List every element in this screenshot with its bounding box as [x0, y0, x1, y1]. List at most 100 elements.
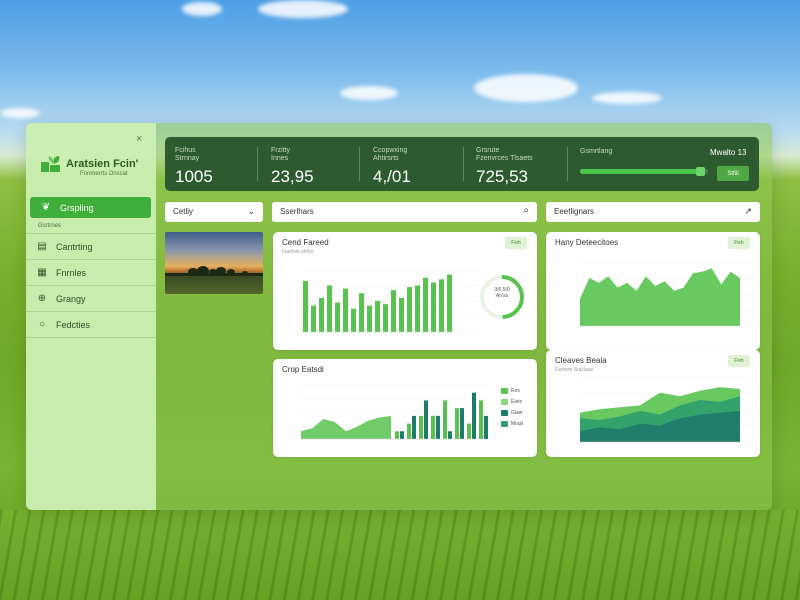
bar-chart [301, 269, 479, 333]
sidebar-item-cantrting[interactable]: ▤ Cantrting [26, 234, 156, 260]
card-weather-trends: Cleaves Beala Farhem Sraciaas Fish [546, 350, 760, 457]
logo: Aratsien Fcin' Fnnmerrts Dnscat [40, 145, 152, 185]
farm-icon: ▦ [37, 267, 47, 278]
chart-bar [391, 290, 396, 332]
divider [567, 147, 568, 181]
dashboard-window: × Aratsien Fcin' Fnnmerrts Dnscat ❦ Grsp… [26, 123, 772, 510]
area-chart [580, 261, 752, 327]
card-harvest-detections: Hany Deteecitoes Fish [546, 232, 760, 350]
progress-label: Gsmrtlang [580, 148, 613, 155]
chart-bar [319, 297, 324, 332]
chart-bar [407, 287, 412, 332]
area-series [301, 415, 391, 439]
sidebar-item-label: Grangy [56, 293, 86, 304]
sky-cloud [258, 0, 348, 18]
sky-cloud [340, 86, 398, 100]
card-title: Hany Deteecitoes [555, 238, 619, 247]
chevron-down-icon: ⌄ [247, 206, 255, 216]
sidebar-item-label: Grspling [60, 202, 94, 213]
select-value: Cetliy [173, 207, 194, 216]
card-badge[interactable]: Fish [728, 355, 750, 367]
divider [257, 147, 258, 181]
legend-item: Glaw [501, 410, 522, 416]
legend-label: Etrs [511, 388, 520, 394]
grid-icon: ▤ [37, 241, 47, 252]
chart-bar [343, 288, 348, 332]
stat-label: Frzitty Innes [271, 147, 291, 162]
stat-value: 4,/01 [373, 167, 411, 186]
chart-bar [447, 274, 452, 332]
expand-icon[interactable]: ↗ [744, 206, 752, 217]
chart-bar [467, 423, 471, 439]
close-icon[interactable]: × [136, 133, 142, 145]
chart-bar [460, 408, 464, 439]
chart-bar [419, 415, 423, 439]
card-crop-forecast: Cend Fareed Faelrsts shrhs Fish 3/6 5/0 … [273, 232, 537, 350]
card-title: Cleaves Beala [555, 356, 607, 365]
chart-bar [472, 392, 476, 439]
card-badge[interactable]: Fish [505, 237, 527, 249]
chart-bar [423, 277, 428, 332]
chart-bar [395, 431, 399, 439]
sidebar-nav: ❦ Grspling Gsrtrnes ▤ Cantrting ▦ Fnrnle… [26, 197, 156, 338]
chart-bar [431, 282, 436, 332]
legend-item: Eiets [501, 399, 522, 405]
progress-fill [580, 167, 705, 176]
stacked-area-chart [580, 377, 752, 443]
legend-label: Glaw [511, 410, 523, 416]
divider [463, 147, 464, 181]
sky-cloud [474, 74, 578, 102]
donut-label: 3/6 5/0 An'sa [494, 287, 510, 299]
chart-bar [359, 293, 364, 332]
globe-icon: ⊕ [37, 293, 47, 304]
chart-bar [367, 305, 372, 332]
search-icon[interactable]: ⌕ [523, 205, 529, 216]
sky-cloud [592, 92, 662, 104]
card-badge[interactable]: Fish [728, 237, 750, 249]
chart-bar [327, 285, 332, 332]
stat-value: 23,95 [271, 167, 314, 186]
sidebar-item-label: Cantrting [56, 241, 93, 252]
crop-select[interactable]: Cetliy ⌄ [165, 202, 263, 222]
chart-bar [415, 285, 420, 332]
stat-card: Ccopwxing Ahtirsrts 4,/01 [373, 147, 411, 187]
progress-date: Mwalto 13 [710, 148, 747, 157]
stat-card: Frzitty Innes 23,95 [271, 147, 314, 187]
field-rows [0, 510, 800, 600]
sidebar-subitem[interactable]: Gsrtrnes [26, 218, 156, 234]
chart-bar [455, 408, 459, 439]
chart-bar [424, 400, 428, 439]
stat-value: 1005 [175, 167, 213, 186]
stat-label: Ccopwxing Ahtirsrts [373, 147, 408, 162]
combo-chart [301, 384, 489, 440]
sidebar-item-label: Fedcties [56, 319, 91, 330]
sky-cloud [182, 2, 222, 16]
sky-cloud [0, 108, 40, 118]
app-subtitle: Fnnmerrts Dnscat [80, 171, 128, 177]
sidebar-item-label: Fnrnles [56, 267, 87, 278]
settings-icon: ○ [38, 319, 46, 330]
chart-bar [311, 305, 316, 332]
search-input[interactable]: Sserlhars ⌕ [272, 202, 537, 222]
chart-bar [335, 302, 340, 332]
chart-bar [303, 280, 308, 332]
chart-bar [351, 308, 356, 332]
chart-bar [399, 297, 404, 332]
card-subtitle: Faelrsts shrhs [282, 249, 314, 255]
legend-item: Mrasl [501, 421, 523, 427]
progress-button[interactable]: Stfill [717, 166, 749, 181]
legend-label: Mrasl [511, 421, 524, 427]
chart-bar [443, 400, 447, 439]
chart-bar [400, 431, 404, 439]
progress-knob[interactable] [695, 167, 705, 176]
progress-slider[interactable] [580, 167, 708, 176]
sidebar-item-grspling[interactable]: ❦ Grspling [30, 197, 151, 218]
stat-label: Fcihus Strnnay [175, 147, 200, 162]
sidebar-item-fnrnles[interactable]: ▦ Fnrnles [26, 260, 156, 286]
filter-input[interactable]: Eeetlignars ↗ [546, 202, 760, 222]
chart-bar [479, 400, 483, 439]
stat-value: 725,53 [476, 167, 528, 186]
sidebar-item-fedcties[interactable]: ○ Fedcties [26, 312, 156, 338]
leaf-icon: ❦ [41, 202, 51, 213]
sidebar-item-grangy[interactable]: ⊕ Grangy [26, 286, 156, 312]
